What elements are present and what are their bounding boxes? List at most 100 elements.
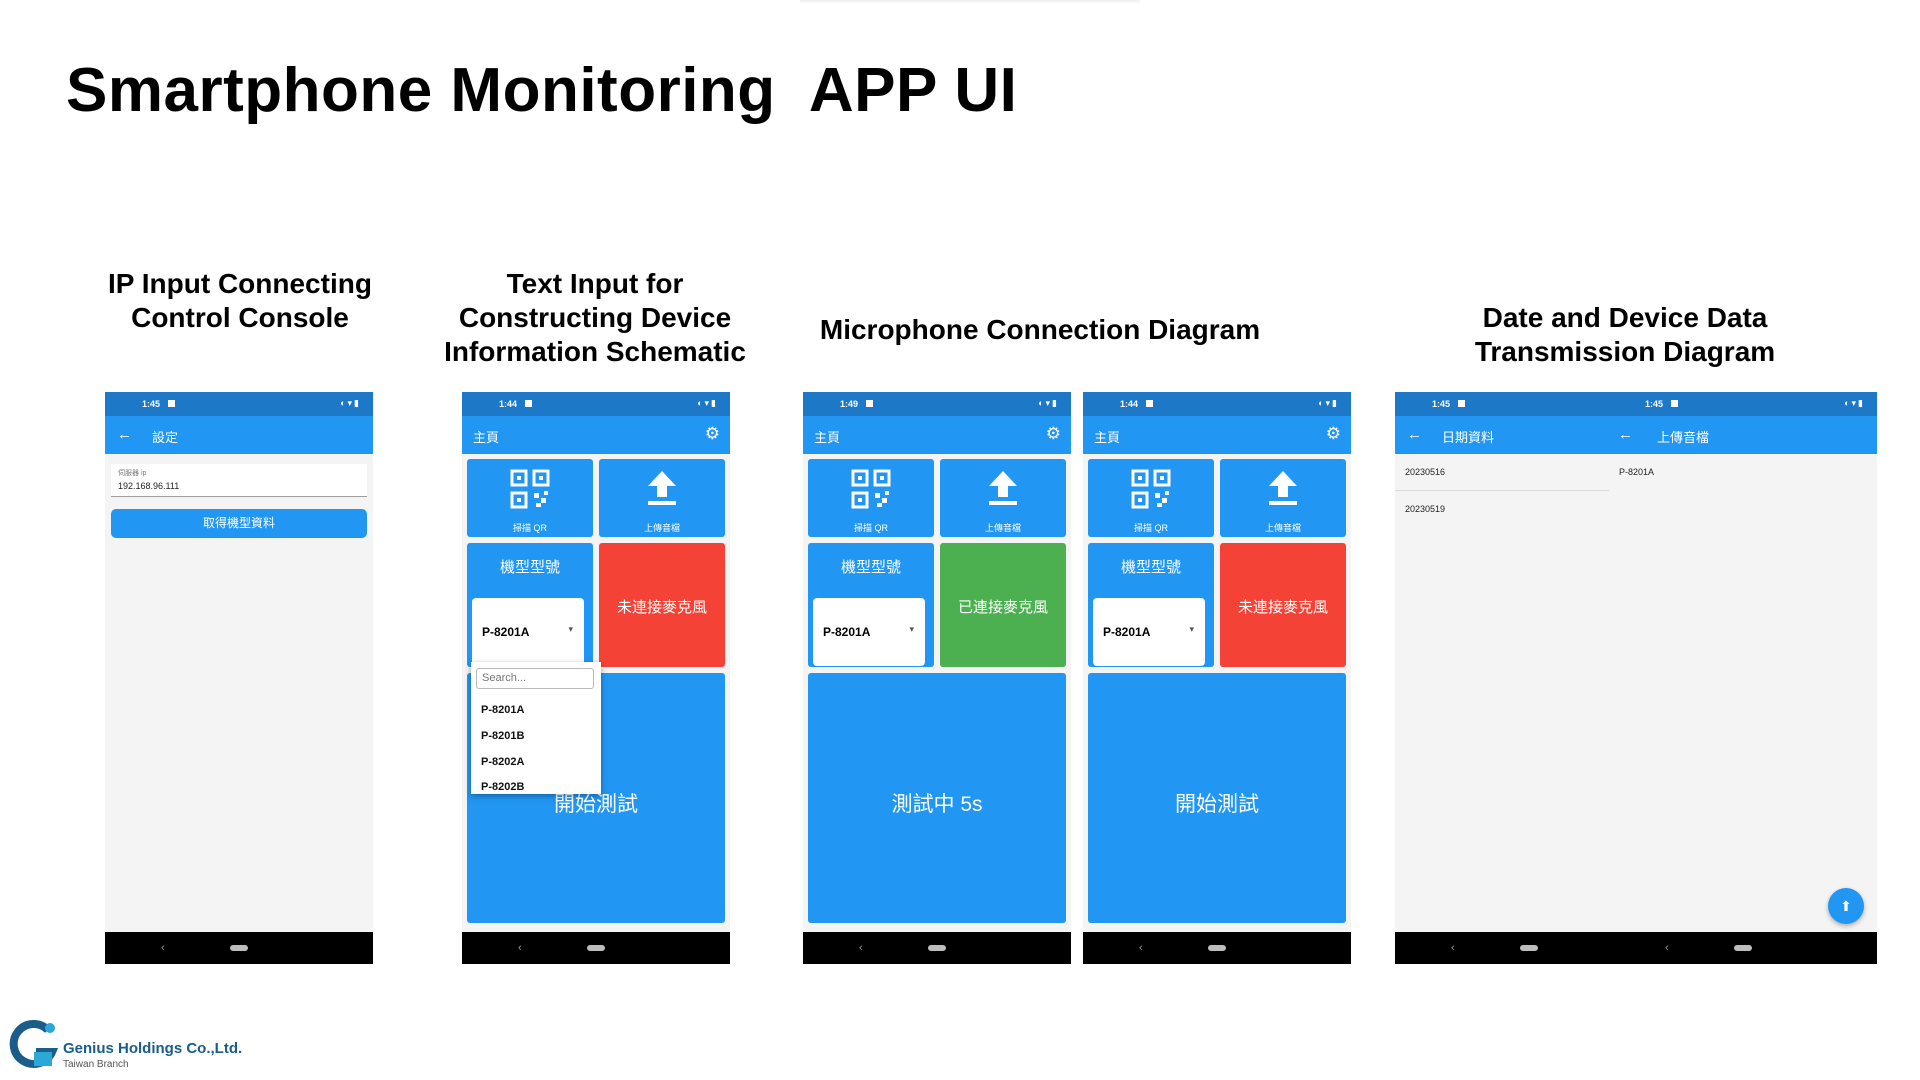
status-icons: ◐▾▮ [697,398,718,408]
mic-status: 已連接麥克風 [957,599,1048,616]
status-bar: 1:44 ◐▾▮ [462,392,730,416]
nav-back-icon[interactable]: ‹ [1665,942,1669,954]
app-bar: 主頁 ⚙ [803,416,1071,454]
company-branch: Taiwan Branch [63,1059,129,1070]
upload-audio-tile[interactable]: 上傳音檔 [599,459,725,537]
app-bar: 主頁 ⚙ [462,416,730,454]
upload-icon [648,471,676,505]
nav-back-icon[interactable]: ‹ [859,942,863,954]
status-icons: ◐▾▮ [1844,398,1865,408]
model-label: 機型型號 [840,559,901,576]
notification-icon [168,400,175,407]
phone-main-dropdown: 1:44 ◐▾▮ 主頁 ⚙ 掃描 QR 上傳音檔 機型型號 P-8201A ▾ … [462,392,730,964]
dropdown-option[interactable]: P-8201B [481,730,524,742]
nav-bar: ‹ [803,932,1071,964]
start-test-tile[interactable]: 開始測試 [1088,673,1346,923]
model-value: P-8201A [823,625,871,639]
phone-main-idle: 1:44 ◐▾▮ 主頁 ⚙ 掃描 QR 上傳音檔 機型型號 P-8201A ▾ … [1083,392,1351,964]
nav-home-pill[interactable] [1520,945,1538,951]
gear-icon[interactable]: ⚙ [705,424,720,444]
status-icons: ◐▾▮ [1318,398,1339,408]
model-label: 機型型號 [1120,559,1181,576]
start-test-tile[interactable]: 測試中 5s [808,673,1066,923]
start-test-label: 測試中 5s [891,793,983,816]
field-value: 192.168.96.111 [118,481,180,491]
caption-text: Text Input for Constructing Device Infor… [430,267,760,369]
search-input[interactable]: Search... [476,668,594,689]
top-edge-shadow [800,0,1140,4]
mic-status-tile: 已連接麥克風 [940,543,1066,667]
model-dropdown[interactable]: P-8201A ▾ [1093,598,1205,666]
clock: 1:45 [1432,399,1451,409]
qr-code-icon [510,469,550,509]
file-row[interactable]: P-8201A [1619,467,1654,477]
dropdown-option[interactable]: P-8201A [481,704,524,716]
server-ip-field[interactable]: 伺服器 ip 192.168.96.111 [111,464,367,497]
model-label: 機型型號 [499,559,560,576]
date-row[interactable]: 20230519 [1405,504,1445,514]
mic-status: 未連接麥克風 [616,599,707,616]
back-arrow-icon[interactable]: ← [117,426,132,443]
dropdown-option[interactable]: P-8202B [481,781,524,793]
page-title: Smartphone Monitoring APP UI [66,56,1018,125]
nav-back-icon[interactable]: ‹ [161,942,165,954]
app-bar: ← 日期資料 ← 上傳音檔 [1395,416,1877,454]
status-bar: 1:45 ◐▾▮ [105,392,373,416]
upload-icon [989,471,1017,505]
chevron-down-icon: ▾ [1189,624,1194,634]
notification-icon [1671,400,1678,407]
nav-back-icon[interactable]: ‹ [1451,942,1455,954]
notification-icon [866,400,873,407]
clock: 1:49 [840,399,859,409]
nav-bar: ‹ [462,932,730,964]
field-label: 伺服器 ip [118,470,147,477]
scan-qr-label: 掃描 QR [1133,523,1168,533]
qr-code-icon [1131,469,1171,509]
mic-status-tile: 未連接麥克風 [599,543,725,667]
fetch-models-button[interactable]: 取得機型資料 [111,509,367,538]
company-logo [9,1020,59,1068]
upload-fab[interactable]: ⬆ [1828,888,1864,924]
upload-audio-tile[interactable]: 上傳音檔 [940,459,1066,537]
nav-home-pill[interactable] [1208,945,1226,951]
nav-home-pill[interactable] [1734,945,1752,951]
model-dropdown-menu: Search... P-8201A P-8201B P-8202A P-8202… [471,662,601,794]
mic-status: 未連接麥克風 [1237,599,1328,616]
app-bar-title-files: 上傳音檔 [1657,430,1710,445]
app-bar-title: 主頁 [814,430,841,445]
upload-audio-label: 上傳音檔 [984,523,1021,533]
chevron-down-icon: ▾ [909,624,914,634]
status-bar: 1:49 ◐▾▮ [803,392,1071,416]
nav-home-pill[interactable] [928,945,946,951]
start-test-label: 開始測試 [1175,793,1259,816]
date-row[interactable]: 20230516 [1405,467,1445,477]
upload-audio-tile[interactable]: 上傳音檔 [1220,459,1346,537]
nav-back-icon[interactable]: ‹ [1139,942,1143,954]
status-bar: 1:44 ◐▾▮ [1083,392,1351,416]
caption-line: Constructing Device [458,302,732,333]
scan-qr-tile[interactable]: 掃描 QR [1088,459,1214,537]
scan-qr-tile[interactable]: 掃描 QR [467,459,593,537]
nav-home-pill[interactable] [230,945,248,951]
clock: 1:44 [499,399,518,409]
notification-icon [1146,400,1153,407]
dropdown-option[interactable]: P-8202A [481,756,524,768]
nav-bar: ‹ [105,932,373,964]
app-bar: ← 設定 [105,416,373,454]
back-arrow-icon[interactable]: ← [1618,426,1633,443]
caption-line: Date and Device Data [1482,302,1768,333]
scan-qr-tile[interactable]: 掃描 QR [808,459,934,537]
model-value: P-8201A [1103,625,1151,639]
gear-icon[interactable]: ⚙ [1326,424,1341,444]
model-dropdown[interactable]: P-8201A ▾ [813,598,925,666]
clock: 1:45 [142,399,161,409]
model-dropdown[interactable]: P-8201A ▾ [472,598,584,666]
nav-home-pill[interactable] [587,945,605,951]
nav-bar: ‹ [1083,932,1351,964]
nav-back-icon[interactable]: ‹ [518,942,522,954]
caption-ip: IP Input Connecting Control Console [95,267,385,335]
notification-icon [1458,400,1465,407]
back-arrow-icon[interactable]: ← [1407,426,1422,443]
gear-icon[interactable]: ⚙ [1046,424,1061,444]
clock-right: 1:45 [1645,399,1664,409]
